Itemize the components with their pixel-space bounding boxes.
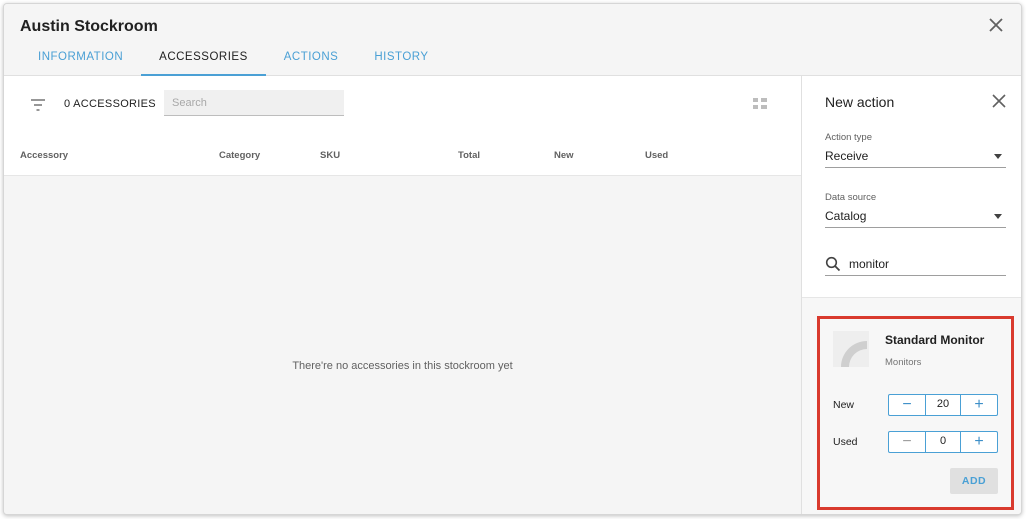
column-new[interactable]: New [554, 150, 574, 161]
new-quantity-label: New [833, 399, 855, 411]
tab-actions[interactable]: ACTIONS [266, 44, 357, 76]
action-type-select[interactable]: Receive [825, 146, 1006, 168]
used-quantity-stepper: − 0 + [888, 431, 998, 453]
catalog-search-input[interactable] [849, 254, 999, 274]
column-total[interactable]: Total [458, 150, 480, 161]
dialog-title: Austin Stockroom [20, 18, 158, 35]
layout-toggle-icon[interactable] [753, 98, 767, 110]
empty-state-message: There're no accessories in this stockroo… [292, 360, 513, 372]
decrement-new-button[interactable]: − [889, 395, 925, 415]
data-source-label: Data source [825, 192, 877, 203]
search-icon [825, 256, 841, 272]
action-type-label: Action type [825, 132, 872, 143]
accessories-panel: 0 ACCESSORIES Accessory Category SKU Tot… [4, 76, 801, 514]
increment-used-button[interactable]: + [961, 432, 997, 452]
add-button[interactable]: ADD [950, 468, 998, 494]
column-category[interactable]: Category [219, 150, 260, 161]
close-icon[interactable] [987, 16, 1005, 34]
catalog-item-card: Standard Monitor Monitors New − 20 + Use… [820, 319, 1011, 507]
used-quantity-label: Used [833, 436, 858, 448]
item-thumbnail [833, 331, 869, 367]
tab-accessories[interactable]: ACCESSORIES [141, 44, 266, 76]
close-panel-icon[interactable] [992, 94, 1006, 108]
tab-bar: INFORMATION ACCESSORIES ACTIONS HISTORY [20, 44, 447, 76]
panel-title: New action [825, 94, 895, 110]
catalog-search-field [825, 252, 1006, 276]
used-quantity-value[interactable]: 0 [925, 432, 961, 452]
filter-icon[interactable] [30, 98, 46, 112]
decrement-used-button[interactable]: − [889, 432, 925, 452]
chevron-down-icon [994, 154, 1002, 159]
monitor-image-icon [841, 341, 867, 367]
column-accessory[interactable]: Accessory [20, 150, 68, 161]
increment-new-button[interactable]: + [961, 395, 997, 415]
search-input[interactable] [164, 90, 344, 116]
data-source-value: Catalog [825, 209, 867, 223]
action-type-value: Receive [825, 149, 869, 163]
highlight-box: Standard Monitor Monitors New − 20 + Use… [817, 316, 1014, 510]
action-form: New action Action type Receive Data sour… [802, 76, 1021, 298]
item-category: Monitors [885, 357, 922, 368]
column-used[interactable]: Used [645, 150, 668, 161]
list-toolbar: 0 ACCESSORIES Accessory Category SKU Tot… [4, 76, 801, 176]
tab-information[interactable]: INFORMATION [20, 44, 141, 76]
accessories-count: 0 ACCESSORIES [64, 98, 156, 110]
chevron-down-icon [994, 214, 1002, 219]
data-source-select[interactable]: Catalog [825, 206, 1006, 228]
new-quantity-value[interactable]: 20 [925, 395, 961, 415]
dialog-header: Austin Stockroom INFORMATION ACCESSORIES… [4, 4, 1021, 76]
item-name: Standard Monitor [885, 333, 985, 347]
stockroom-dialog: Austin Stockroom INFORMATION ACCESSORIES… [3, 3, 1022, 515]
column-sku[interactable]: SKU [320, 150, 340, 161]
new-action-panel: New action Action type Receive Data sour… [801, 76, 1021, 514]
table-header: Accessory Category SKU Total New Used [4, 146, 801, 166]
tab-history[interactable]: HISTORY [356, 44, 446, 76]
new-quantity-stepper: − 20 + [888, 394, 998, 416]
